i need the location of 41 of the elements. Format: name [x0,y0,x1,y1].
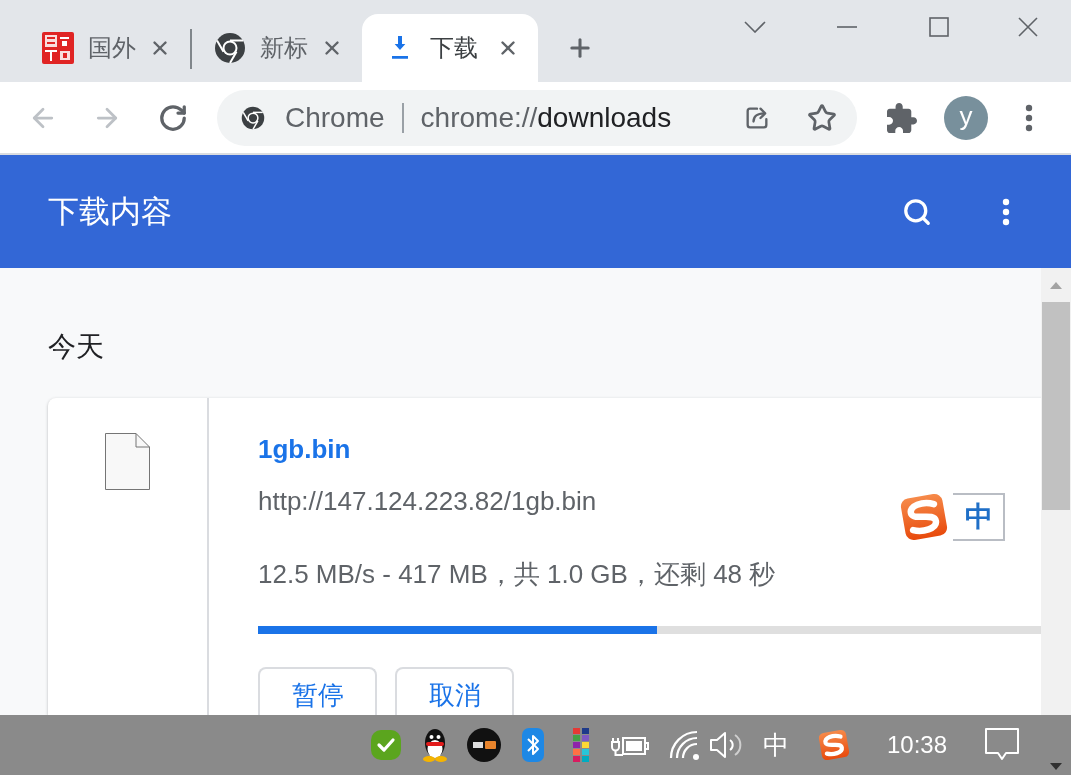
browser-tab[interactable]: 国外 [20,14,190,82]
browser-tab[interactable]: 下载 [362,14,538,82]
clock-time[interactable]: 10:38 [887,730,948,760]
search-icon [902,196,932,227]
scroll-down-arrow-icon[interactable] [1050,763,1062,770]
chrome-logo-icon [241,105,265,130]
more-icon [1002,197,1010,226]
circle-logo-icon[interactable] [467,728,501,762]
more-icon [1025,103,1033,132]
seal-icon [42,32,74,64]
page-title: 下载内容 [48,192,172,231]
close-icon [1018,17,1038,37]
address-bar[interactable]: Chrome chrome://downloads [217,89,857,146]
file-name-link[interactable]: 1gb.bin [258,434,351,464]
pause-button[interactable]: 暂停 [258,667,377,715]
chevron-down-icon [744,21,766,33]
maximize-icon [929,17,949,37]
url-text: chrome://downloads [420,100,672,135]
scrollbar-thumb[interactable] [1042,302,1070,510]
source-url-link[interactable]: http://147.124.223.82/1gb.bin [258,486,597,516]
file-icon [105,433,150,490]
check-shield-icon[interactable] [371,730,401,760]
color-grid-icon[interactable] [573,728,589,762]
minimize-icon [836,26,857,28]
cancel-button[interactable]: 取消 [395,667,514,715]
profile-avatar[interactable]: y [944,95,988,140]
download-status: 12.5 MB/s - 417 MB，共 1.0 GB，还剩 48 秒 [258,559,776,589]
ime-mode-indicator[interactable]: 中 [953,493,1005,541]
reload-icon [158,102,188,133]
volume-icon[interactable] [709,730,743,760]
date-heading: 今天 [48,330,104,364]
star-icon [807,102,837,133]
ime-indicator[interactable]: 中 [763,730,789,760]
puzzle-icon [887,102,917,133]
chrome-logo-icon [214,32,246,64]
notification-icon[interactable] [985,728,1020,762]
bluetooth-icon[interactable] [522,728,544,762]
scroll-up-arrow-icon[interactable] [1050,281,1062,289]
site-label: Chrome [285,100,385,135]
browser-tab[interactable]: 新标 [192,14,362,82]
penguin-icon[interactable] [421,728,449,762]
